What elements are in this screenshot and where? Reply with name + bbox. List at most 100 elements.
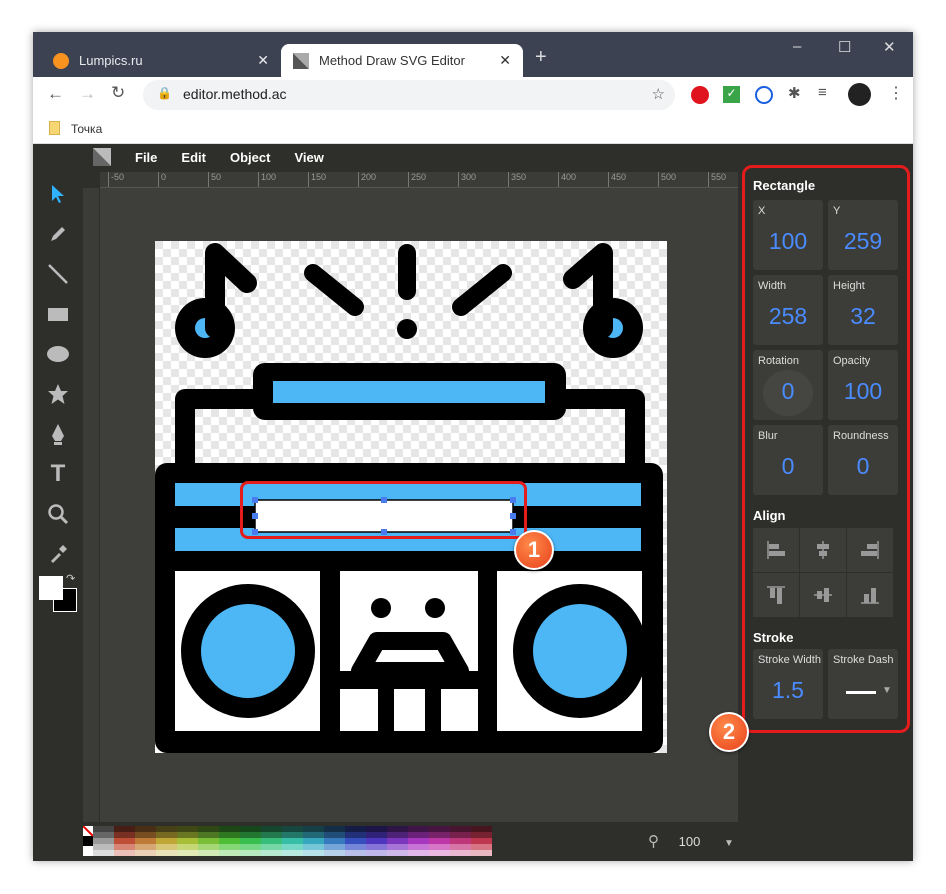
swatch-color[interactable] — [177, 826, 198, 832]
swatch-color[interactable] — [177, 832, 198, 838]
swatch-color[interactable] — [450, 826, 471, 832]
swatch-color[interactable] — [261, 850, 282, 856]
tab-method-draw[interactable]: Method Draw SVG Editor ✕ — [281, 44, 523, 77]
swatch-color[interactable] — [282, 850, 303, 856]
swatch-color[interactable] — [219, 838, 240, 844]
ellipse-tool[interactable] — [33, 334, 83, 374]
swatch-gray[interactable] — [93, 850, 114, 856]
swatch-color[interactable] — [366, 838, 387, 844]
swatch-color[interactable] — [345, 844, 366, 850]
swatch-color[interactable] — [114, 844, 135, 850]
swatch-color[interactable] — [219, 850, 240, 856]
menu-dots-icon[interactable]: ⋮ — [888, 83, 904, 103]
zoom-control[interactable]: ⚲ 100 ▼ — [648, 832, 734, 850]
swatch-color[interactable] — [324, 838, 345, 844]
swatch-color[interactable] — [198, 832, 219, 838]
swatch-color[interactable] — [135, 832, 156, 838]
minimize-icon[interactable]: – — [793, 38, 801, 55]
swatch-color[interactable] — [114, 832, 135, 838]
swatch-color[interactable] — [177, 844, 198, 850]
swatch-color[interactable] — [471, 826, 492, 832]
menu-object[interactable]: Object — [218, 150, 282, 165]
star-tool[interactable] — [33, 374, 83, 414]
line-tool[interactable] — [33, 254, 83, 294]
swatch-color[interactable] — [366, 844, 387, 850]
vpn-extension-icon[interactable] — [755, 86, 773, 104]
swatch-color[interactable] — [303, 826, 324, 832]
forward-icon[interactable]: → — [79, 84, 96, 104]
swatch-color[interactable] — [240, 838, 261, 844]
swatch-color[interactable] — [324, 850, 345, 856]
swatch-color[interactable] — [324, 844, 345, 850]
menu-file[interactable]: File — [123, 150, 169, 165]
swatch-color[interactable] — [282, 838, 303, 844]
avatar[interactable] — [848, 83, 871, 106]
swatch-color[interactable] — [156, 838, 177, 844]
swatch-color[interactable] — [429, 850, 450, 856]
swatch-black[interactable] — [83, 836, 93, 846]
fill-color-swatch[interactable] — [39, 576, 63, 600]
media-queue-icon[interactable]: ≡ — [818, 84, 827, 101]
eyedropper-tool[interactable] — [33, 534, 83, 574]
swatch-color[interactable] — [156, 844, 177, 850]
swatch-color[interactable] — [387, 832, 408, 838]
swatch-color[interactable] — [282, 844, 303, 850]
swatch-color[interactable] — [345, 838, 366, 844]
swatch-color[interactable] — [387, 850, 408, 856]
star-icon[interactable]: ☆ — [652, 85, 665, 103]
url-input[interactable]: 🔒 editor.method.ac ☆ — [143, 80, 675, 110]
chevron-down-icon[interactable]: ▼ — [724, 838, 734, 849]
swatch-color[interactable] — [471, 832, 492, 838]
swatch-color[interactable] — [303, 832, 324, 838]
swatch-color[interactable] — [429, 832, 450, 838]
swatch-color[interactable] — [345, 826, 366, 832]
opera-extension-icon[interactable] — [691, 86, 709, 104]
swatch-color[interactable] — [303, 844, 324, 850]
swatch-color[interactable] — [429, 838, 450, 844]
swatch-color[interactable] — [471, 850, 492, 856]
swatch-color[interactable] — [240, 832, 261, 838]
tab-lumpics[interactable]: Lumpics.ru ✕ — [41, 44, 281, 77]
select-tool[interactable] — [33, 174, 83, 214]
bookmark-item[interactable]: Точка — [71, 122, 102, 136]
swatch-color[interactable] — [366, 826, 387, 832]
swatch-color[interactable] — [261, 826, 282, 832]
swatch-gray[interactable] — [93, 832, 114, 838]
swatch-color[interactable] — [135, 838, 156, 844]
swatch-color[interactable] — [261, 832, 282, 838]
menu-view[interactable]: View — [282, 150, 335, 165]
swatch-color[interactable] — [114, 850, 135, 856]
swatch-color[interactable] — [219, 844, 240, 850]
swatch-color[interactable] — [198, 826, 219, 832]
swatch-color[interactable] — [366, 850, 387, 856]
swatch-color[interactable] — [450, 850, 471, 856]
swatch-color[interactable] — [198, 850, 219, 856]
new-tab-icon[interactable]: + — [535, 46, 547, 69]
swatch-color[interactable] — [135, 844, 156, 850]
swatch-color[interactable] — [408, 850, 429, 856]
swatch-color[interactable] — [471, 844, 492, 850]
swatch-color[interactable] — [261, 844, 282, 850]
swatch-color[interactable] — [408, 832, 429, 838]
swatch-color[interactable] — [156, 826, 177, 832]
swatch-color[interactable] — [261, 838, 282, 844]
reload-icon[interactable]: ↻ — [111, 83, 125, 103]
swatch-color[interactable] — [177, 850, 198, 856]
swatch-color[interactable] — [408, 838, 429, 844]
swatch-color[interactable] — [450, 838, 471, 844]
pen-tool[interactable] — [33, 414, 83, 454]
swatch-color[interactable] — [345, 832, 366, 838]
text-tool[interactable]: T — [33, 454, 83, 494]
close-window-icon[interactable]: ✕ — [883, 38, 896, 56]
extensions-puzzle-icon[interactable]: ✱ — [788, 84, 801, 102]
zoom-tool[interactable] — [33, 494, 83, 534]
swatch-color[interactable] — [240, 844, 261, 850]
canvas-area[interactable] — [100, 188, 738, 822]
check-extension-icon[interactable]: ✓ — [723, 86, 740, 103]
swatch-color[interactable] — [219, 832, 240, 838]
swatch-color[interactable] — [429, 844, 450, 850]
color-palette[interactable] — [83, 826, 499, 856]
swatch-color[interactable] — [198, 844, 219, 850]
swatch-color[interactable] — [387, 838, 408, 844]
swatch-color[interactable] — [429, 826, 450, 832]
